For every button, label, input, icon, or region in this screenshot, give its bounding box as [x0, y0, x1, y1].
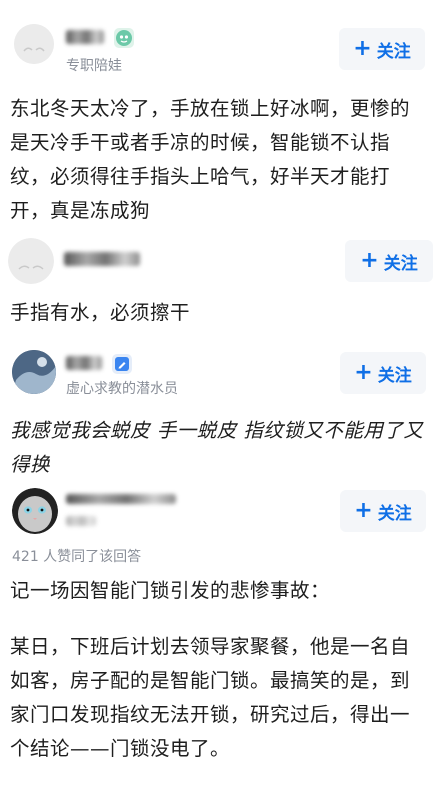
- author-name-redacted[interactable]: [66, 494, 176, 504]
- follow-label: 关注: [377, 503, 412, 524]
- avatar[interactable]: [12, 350, 56, 394]
- author-headline: 虚心求教的潜水员: [66, 381, 178, 397]
- pencil-badge-icon: [112, 354, 132, 374]
- answer-card-4: + 关注 421 人赞同了该回答 记一场因智能门锁引发的悲惨事故： 某日，下班后…: [0, 486, 439, 800]
- plus-icon: +: [360, 248, 379, 273]
- avatar[interactable]: [12, 488, 58, 534]
- answer-card-1: 专职陪娃 + 关注 东北冬天太冷了，手放在锁上好冰啊，更惨的是天冷手干或者手凉的…: [0, 0, 439, 236]
- mascot-badge-icon: [114, 28, 134, 48]
- plus-icon: +: [353, 36, 372, 61]
- follow-label: 关注: [377, 365, 412, 386]
- follow-label: 关注: [376, 41, 411, 62]
- author-headline-redacted: [66, 516, 96, 526]
- author-name-redacted[interactable]: [66, 30, 104, 44]
- author-name-redacted[interactable]: [66, 356, 102, 370]
- answer-paragraph: 某日，下班后计划去领导家聚餐，他是一名自如客，房子配的是智能门锁。最搞笑的是，到…: [10, 635, 411, 760]
- author-name-redacted[interactable]: [64, 252, 140, 266]
- answer-card-3: 虚心求教的潜水员 + 关注 我感觉我会蜕皮 手一蜕皮 指纹锁又不能用了又得换: [0, 346, 439, 486]
- upvote-count: 421 人赞同了该回答: [12, 549, 142, 565]
- avatar[interactable]: [14, 24, 54, 64]
- answer-text: 手指有水，必须擦干: [10, 301, 191, 324]
- follow-button[interactable]: + 关注: [340, 490, 426, 532]
- avatar[interactable]: [8, 238, 54, 284]
- answer-text: 东北冬天太冷了，手放在锁上好冰啊，更惨的是天冷手干或者手凉的时候，智能锁不认指纹…: [10, 97, 411, 222]
- plus-icon: +: [354, 360, 373, 385]
- answer-paragraph: 记一场因智能门锁引发的悲惨事故：: [10, 579, 331, 602]
- follow-button[interactable]: + 关注: [339, 28, 425, 70]
- follow-label: 关注: [383, 253, 418, 274]
- author-headline: 专职陪娃: [66, 58, 122, 74]
- answer-card-2: + 关注 手指有水，必须擦干: [0, 236, 439, 346]
- follow-button[interactable]: + 关注: [340, 352, 426, 394]
- follow-button[interactable]: + 关注: [345, 240, 433, 282]
- plus-icon: +: [354, 498, 373, 523]
- answer-text: 我感觉我会蜕皮 手一蜕皮 指纹锁又不能用了又得换: [10, 419, 424, 476]
